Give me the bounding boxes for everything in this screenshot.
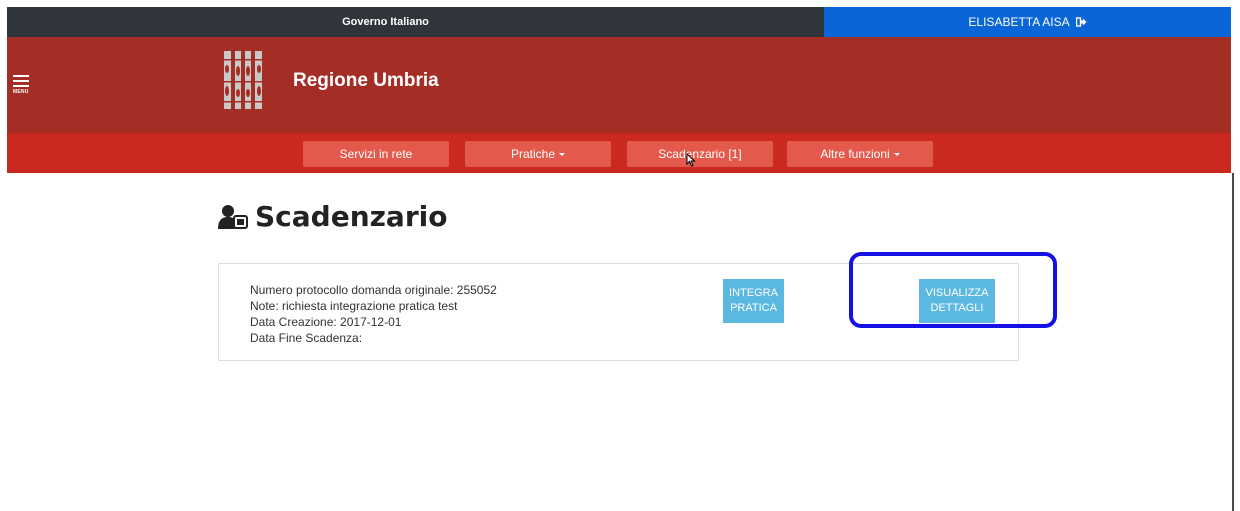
government-title: Governo Italiano — [7, 7, 824, 37]
user-logout-button[interactable]: ELISABETTA AISA — [824, 7, 1231, 37]
user-badge-icon — [218, 204, 248, 229]
user-name: ELISABETTA AISA — [968, 15, 1070, 29]
creation-date: Data Creazione: 2017-12-01 — [250, 315, 402, 329]
highlight-annotation — [849, 252, 1057, 328]
logout-icon — [1075, 17, 1087, 27]
site-title[interactable]: Regione Umbria — [293, 70, 439, 92]
page-title: Scadenzario — [255, 200, 448, 233]
menu-label: MENU — [13, 89, 29, 95]
integra-pratica-button[interactable]: INTEGRA PRATICA — [723, 279, 784, 323]
main-navigation: Servizi in rete Pratiche Scadenzario [1]… — [7, 133, 1231, 173]
nav-item-label: Servizi in rete — [339, 147, 413, 161]
nav-item-altre-funzioni[interactable]: Altre funzioni — [787, 141, 933, 167]
nav-item-scadenzario[interactable]: Scadenzario [1] — [627, 141, 773, 167]
menu-button[interactable]: MENU — [13, 75, 31, 95]
note-text: Note: richiesta integrazione pratica tes… — [250, 299, 458, 313]
page-heading: Scadenzario — [218, 200, 447, 233]
deadline-info: Numero protocollo domanda originale: 255… — [250, 282, 497, 346]
nav-item-pratiche[interactable]: Pratiche — [465, 141, 611, 167]
protocol-number: Numero protocollo domanda originale: 255… — [250, 283, 497, 297]
government-bar: Governo Italiano ELISABETTA AISA — [7, 7, 1231, 37]
page: Governo Italiano ELISABETTA AISA MENU Re… — [0, 0, 1240, 511]
hamburger-icon — [13, 75, 29, 77]
caret-down-icon — [559, 152, 566, 156]
site-header: MENU Regione Umbria — [7, 37, 1231, 133]
nav-item-servizi-in-rete[interactable]: Servizi in rete — [303, 141, 449, 167]
nav-item-label: Altre funzioni — [820, 147, 890, 161]
nav-item-label: Pratiche — [510, 147, 556, 161]
mouse-cursor-icon — [686, 153, 696, 167]
scrollbar[interactable] — [1232, 173, 1234, 511]
nav-item-label: Scadenzario [1] — [658, 147, 742, 161]
regione-umbria-logo — [221, 49, 264, 112]
expiry-date: Data Fine Scadenza: — [250, 331, 363, 345]
caret-down-icon — [893, 152, 900, 156]
